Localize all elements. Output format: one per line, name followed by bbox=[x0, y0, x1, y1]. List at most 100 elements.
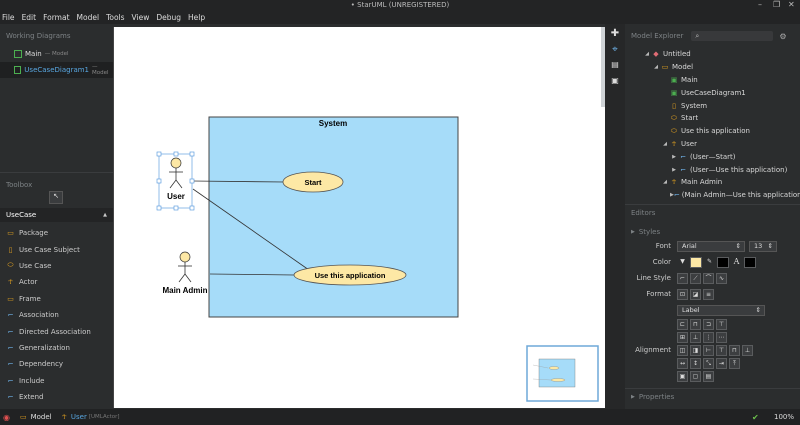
space-evenly-v-icon[interactable]: ⋯ bbox=[716, 331, 727, 343]
working-diagram-main[interactable]: Main — Model bbox=[0, 46, 113, 62]
menu-help[interactable]: Help bbox=[188, 13, 205, 22]
fill-color-swatch[interactable] bbox=[690, 256, 702, 268]
tool-use-case[interactable]: ⬭ Use Case bbox=[0, 258, 113, 274]
zoom-level[interactable]: 100% bbox=[774, 413, 794, 421]
same-width-icon[interactable]: ↔ bbox=[677, 357, 688, 369]
rectilinear-line-icon[interactable]: ⌐ bbox=[677, 272, 688, 284]
same-height-icon[interactable]: ↕ bbox=[690, 357, 701, 369]
font-color-icon[interactable]: A bbox=[731, 256, 742, 268]
expand-arrow-icon[interactable]: ◢ bbox=[661, 179, 669, 185]
align-top-icon[interactable]: ⊤ bbox=[716, 318, 727, 330]
actor-user[interactable]: User bbox=[156, 151, 195, 211]
toolbox-section-usecase[interactable]: UseCase ▲ bbox=[0, 208, 113, 222]
resize-handle[interactable] bbox=[173, 151, 179, 157]
stereotype-display-select[interactable]: Label ⇕ bbox=[677, 304, 765, 316]
collapsed-arrow-icon[interactable]: ▶ bbox=[670, 154, 678, 160]
validation-ok-icon[interactable]: ✔ bbox=[752, 413, 759, 422]
tool-dependency[interactable]: ⌐ Dependency bbox=[0, 356, 113, 372]
font-size-stepper[interactable]: 13 ⇕ bbox=[749, 240, 777, 252]
line-color-swatch[interactable] bbox=[717, 256, 729, 268]
menu-debug[interactable]: Debug bbox=[156, 13, 181, 22]
properties-panel-icon[interactable]: ▤ bbox=[605, 60, 625, 76]
tree-item[interactable]: ⬭ Use this application bbox=[625, 125, 800, 138]
pointer-tool-button[interactable]: ↖ bbox=[49, 191, 63, 204]
tool-directed-association[interactable]: ⌐ Directed Association bbox=[0, 323, 113, 339]
dist-bottom-icon[interactable]: ⊥ bbox=[742, 344, 753, 356]
same-size-icon[interactable]: ⤡ bbox=[703, 357, 714, 369]
expand-arrow-icon[interactable]: ◢ bbox=[652, 64, 660, 70]
close-icon[interactable]: ✕ bbox=[788, 0, 795, 9]
ungroup-icon[interactable]: ▢ bbox=[690, 370, 701, 382]
extensions-icon[interactable]: ✚ bbox=[605, 28, 625, 44]
tool-association[interactable]: ⌐ Association bbox=[0, 307, 113, 323]
tree-item[interactable]: ▣ UseCaseDiagram1 bbox=[625, 86, 800, 99]
lock-icon[interactable]: ▤ bbox=[703, 370, 714, 382]
minimize-icon[interactable]: – bbox=[758, 0, 762, 9]
menu-edit[interactable]: Edit bbox=[22, 13, 37, 22]
restore-icon[interactable]: ❐ bbox=[773, 0, 780, 9]
group-icon[interactable]: ▣ bbox=[677, 370, 688, 382]
auto-resize-icon[interactable]: ⊡ bbox=[677, 288, 688, 300]
show-shadow-icon[interactable]: ◪ bbox=[690, 288, 701, 300]
menu-tools[interactable]: Tools bbox=[106, 13, 124, 22]
system-boundary[interactable] bbox=[208, 116, 459, 318]
tree-item[interactable]: ▶ ⌐ (User—Use this application) bbox=[625, 163, 800, 176]
tree-item[interactable]: ◢ ☥ User bbox=[625, 138, 800, 151]
dist-top-icon[interactable]: ⊤ bbox=[716, 344, 727, 356]
tree-item[interactable]: ▶ ⌐ (Main Admin—Use this application) bbox=[625, 189, 800, 202]
collapsed-arrow-icon[interactable]: ▶ bbox=[670, 167, 678, 173]
expand-arrow-icon[interactable]: ◢ bbox=[661, 141, 669, 147]
resize-handle[interactable] bbox=[189, 151, 195, 157]
tool-use-case-subject[interactable]: ▯ Use Case Subject bbox=[0, 241, 113, 257]
tree-item[interactable]: ◢ ▭ Model bbox=[625, 61, 800, 74]
word-wrap-icon[interactable]: ≡ bbox=[703, 288, 714, 300]
diagram-canvas[interactable]: System Start Use this application User M… bbox=[113, 27, 606, 408]
align-right-icon[interactable]: ⊐ bbox=[703, 318, 714, 330]
resize-handle[interactable] bbox=[189, 178, 195, 184]
menu-file[interactable]: File bbox=[2, 13, 15, 22]
styles-section[interactable]: ▶ Styles bbox=[625, 226, 800, 238]
resize-handle[interactable] bbox=[156, 151, 162, 157]
tree-item[interactable]: ▶ ⌐ (User—Start) bbox=[625, 150, 800, 163]
working-diagram-usecasediagram1[interactable]: UseCaseDiagram1 — Model bbox=[0, 62, 113, 78]
font-select[interactable]: Arial ⇕ bbox=[677, 240, 745, 252]
tool-actor[interactable]: ☥ Actor bbox=[0, 274, 113, 290]
editor-panel-icon[interactable]: ▣ bbox=[605, 76, 625, 92]
tree-item[interactable]: ▯ System bbox=[625, 99, 800, 112]
model-search-input[interactable]: ⌕ bbox=[691, 31, 774, 41]
line-color-icon[interactable]: ✎ bbox=[704, 256, 715, 268]
properties-section[interactable]: ▶ Properties bbox=[625, 391, 674, 403]
menu-model[interactable]: Model bbox=[77, 13, 100, 22]
gear-icon[interactable]: ⚙ bbox=[779, 32, 786, 41]
actor-main-admin[interactable]: Main Admin bbox=[162, 251, 208, 295]
tool-extend[interactable]: ⌐ Extend bbox=[0, 389, 113, 405]
rounded-line-icon[interactable]: ⌒ bbox=[703, 272, 714, 284]
navigator-icon[interactable]: ⌖ bbox=[605, 44, 625, 60]
resize-handle[interactable] bbox=[173, 205, 179, 211]
align-center-icon[interactable]: ⊓ bbox=[690, 318, 701, 330]
fill-bucket-icon[interactable]: ▼ bbox=[677, 256, 688, 268]
tool-package[interactable]: ▭ Package bbox=[0, 225, 113, 241]
fit-height-icon[interactable]: ⤒ bbox=[729, 357, 740, 369]
tree-item[interactable]: ▣ Main bbox=[625, 74, 800, 87]
font-color-swatch[interactable] bbox=[744, 256, 756, 268]
menu-view[interactable]: View bbox=[132, 13, 150, 22]
align-left-icon[interactable]: ⊏ bbox=[677, 318, 688, 330]
tool-generalization[interactable]: ⌐ Generalization bbox=[0, 340, 113, 356]
oblique-line-icon[interactable]: ⟋ bbox=[690, 272, 701, 284]
tool-include[interactable]: ⌐ Include bbox=[0, 373, 113, 389]
menu-format[interactable]: Format bbox=[43, 13, 69, 22]
fit-width-icon[interactable]: ⇥ bbox=[716, 357, 727, 369]
tree-item[interactable]: ◢ ☥ Main Admin bbox=[625, 176, 800, 189]
tree-item[interactable]: ⬭ Start bbox=[625, 112, 800, 125]
space-evenly-icon[interactable]: ⋮ bbox=[703, 331, 714, 343]
status-element[interactable]: User bbox=[71, 413, 87, 421]
resize-handle[interactable] bbox=[156, 178, 162, 184]
status-model[interactable]: Model bbox=[31, 413, 52, 421]
align-middle-icon[interactable]: ⊞ bbox=[677, 331, 688, 343]
align-bottom-icon[interactable]: ⊥ bbox=[690, 331, 701, 343]
bring-front-icon[interactable]: ◫ bbox=[677, 344, 688, 356]
tool-frame[interactable]: ▭ Frame bbox=[0, 291, 113, 307]
send-back-icon[interactable]: ◨ bbox=[690, 344, 701, 356]
dist-center-icon[interactable]: ⊓ bbox=[729, 344, 740, 356]
